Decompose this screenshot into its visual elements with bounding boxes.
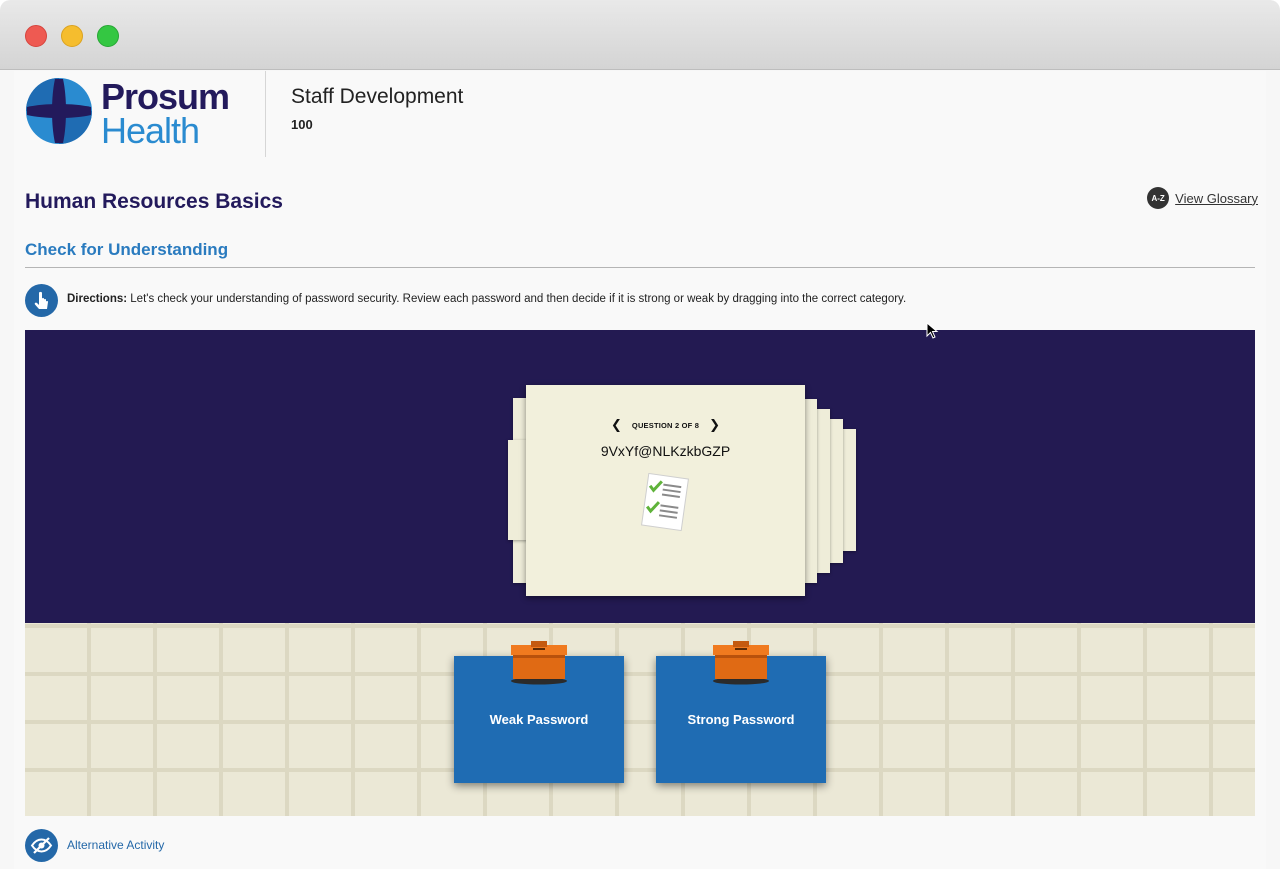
mouse-cursor-icon (926, 322, 939, 339)
card-stack-right-back (803, 399, 817, 583)
directions-text: Directions: Let's check your understandi… (67, 293, 906, 305)
eye-slash-icon[interactable] (25, 829, 58, 862)
page-content: Prosum Health Staff Development 100 Huma… (14, 71, 1266, 869)
activity-floor (25, 623, 1255, 816)
section-divider (25, 267, 1255, 268)
strong-password-label: Strong Password (687, 712, 795, 727)
card-stack-right-back (829, 419, 843, 563)
window-titlebar (0, 0, 1280, 70)
close-window-button[interactable] (25, 25, 47, 47)
question-counter: QUESTION 2 OF 8 (631, 420, 700, 430)
chevron-left-icon[interactable]: ❮ (611, 417, 622, 433)
section-title: Check for Understanding (25, 240, 229, 259)
browser-window: Prosum Health Staff Development 100 Huma… (0, 0, 1280, 869)
globe-logo-icon (26, 78, 92, 144)
glossary-az-icon[interactable]: A-Z (1147, 187, 1170, 209)
hand-pointer-icon (25, 284, 58, 317)
directions-body: Let's check your understanding of passwo… (127, 293, 907, 305)
question-navigation: ❮ QUESTION 2 OF 8 ❯ (526, 417, 805, 433)
card-stack-right-back (842, 429, 856, 551)
card-stack-left-back (508, 440, 528, 540)
alternative-activity-link[interactable]: Alternative Activity (67, 838, 164, 852)
header-divider (265, 71, 266, 157)
view-glossary-link[interactable]: A-Z View Glossary (1147, 187, 1258, 209)
ballot-box-icon (713, 641, 769, 685)
prosum-health-logo: Prosum Health (25, 77, 245, 151)
checklist-icon (641, 473, 689, 531)
directions-label: Directions: (67, 293, 128, 305)
course-number: 100 (291, 117, 313, 132)
card-stack-right-back (816, 409, 830, 573)
minimize-window-button[interactable] (61, 25, 83, 47)
glossary-label[interactable]: View Glossary (1175, 191, 1258, 206)
course-title: Staff Development (291, 85, 464, 108)
password-text: 9VxYf@NLKzkbGZP (600, 443, 731, 459)
weak-password-label: Weak Password (489, 712, 589, 727)
password-card[interactable]: ❮ QUESTION 2 OF 8 ❯ 9VxYf@NLKzkbGZP (526, 385, 805, 596)
zoom-window-button[interactable] (97, 25, 119, 47)
logo-wordmark-line2: Health (101, 110, 200, 151)
chevron-right-icon[interactable]: ❯ (709, 417, 720, 433)
page-title: Human Resources Basics (25, 190, 283, 213)
ballot-box-icon (511, 641, 567, 685)
